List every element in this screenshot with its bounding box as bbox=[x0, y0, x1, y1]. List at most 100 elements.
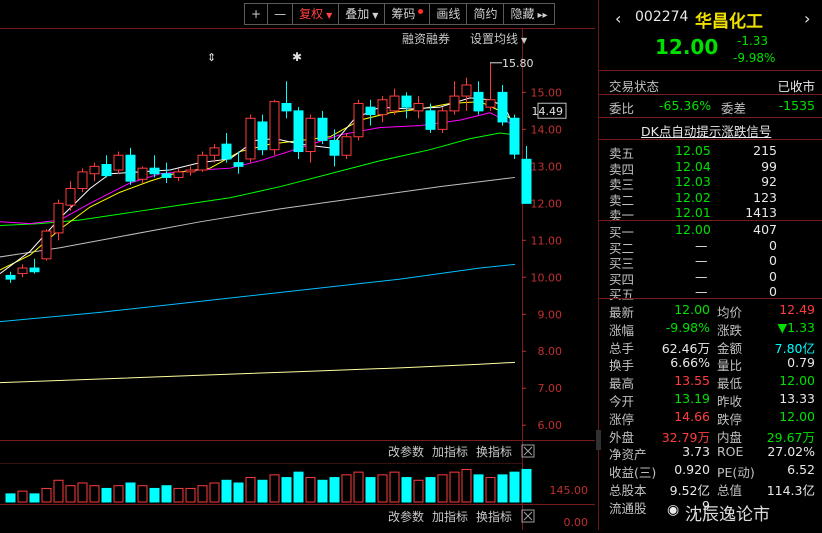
panel-divider bbox=[599, 70, 822, 71]
next-stock-arrow-icon[interactable]: › bbox=[804, 9, 810, 28]
price-tick-label: 15.00 bbox=[531, 86, 563, 99]
candle-body bbox=[149, 167, 160, 175]
ask-price: 12.02 bbox=[675, 189, 711, 205]
volume-bar bbox=[413, 479, 424, 503]
bottom-add-indicator-button[interactable]: 加指标 bbox=[432, 509, 468, 524]
red-dot-icon bbox=[418, 9, 424, 14]
ask-volume: 123 bbox=[753, 189, 777, 205]
stat-value: 13.19 bbox=[674, 391, 710, 406]
stat-value: 12.49 bbox=[779, 302, 815, 317]
stat-label: 昨收 bbox=[717, 394, 743, 409]
stock-name: 华昌化工 bbox=[695, 12, 763, 32]
volume-switch-indicator-button[interactable]: 换指标 bbox=[476, 444, 512, 459]
volume-bar bbox=[209, 482, 220, 503]
price-tick-label: 12.00 bbox=[531, 197, 563, 210]
candle-body bbox=[29, 267, 40, 273]
ask-price: 12.03 bbox=[675, 174, 711, 189]
volume-bar bbox=[125, 482, 136, 503]
bottom-params-button[interactable]: 改参数 bbox=[388, 509, 424, 524]
trade-status-label: 交易状态 bbox=[609, 79, 660, 94]
candle-body bbox=[509, 117, 520, 155]
weibi-value: -65.36% bbox=[659, 98, 712, 113]
volume-tick-label: 0.00 bbox=[564, 516, 589, 529]
ask-price: 12.01 bbox=[675, 205, 711, 220]
hide-button-label: 隐藏 bbox=[510, 7, 535, 21]
volume-bar bbox=[353, 471, 364, 503]
volume-bar bbox=[137, 485, 148, 503]
simple-button[interactable]: 简约 bbox=[466, 3, 505, 25]
volume-bar bbox=[401, 477, 412, 503]
candle-body bbox=[173, 171, 184, 178]
overlay-button-label: 叠加 bbox=[345, 7, 370, 21]
chart-toolbar: + — 复权 ▼ 叠加 ▼ 筹码 画线 简约 隐藏 ▸▸ bbox=[244, 3, 555, 25]
volume-bar bbox=[65, 485, 76, 503]
stat-label: 量比 bbox=[717, 358, 743, 374]
stat-label: 跌停 bbox=[717, 411, 743, 427]
volume-params-button[interactable]: 改参数 bbox=[388, 444, 424, 459]
ask-price: 12.05 bbox=[675, 143, 711, 158]
stat-label: 总值 bbox=[717, 483, 743, 498]
volume-bar bbox=[101, 487, 112, 503]
candle-body bbox=[293, 110, 304, 153]
volume-add-indicator-button[interactable]: 加指标 bbox=[432, 444, 468, 459]
financing-label[interactable]: 融资融券 bbox=[402, 30, 450, 47]
price-tick-label: 14.00 bbox=[531, 123, 563, 136]
trade-status-value: 已收市 bbox=[777, 79, 815, 94]
ma-setting-button[interactable]: 设置均线 ▼ bbox=[470, 30, 527, 47]
kline-chart-svg[interactable]: 15.00 14.00 13.00 12.00 11.00 10.00 9.00 8.00 7.… bbox=[0, 28, 595, 530]
volume-bar bbox=[317, 479, 328, 503]
volume-bar bbox=[149, 487, 160, 503]
star-marker-icon: ✱ bbox=[292, 50, 302, 64]
stat-label: ROE bbox=[717, 444, 744, 460]
stat-value: 62.46万 bbox=[661, 340, 710, 356]
stock-price: 12.00 bbox=[655, 35, 719, 59]
volume-bar bbox=[257, 479, 268, 503]
stat-value: 6.52 bbox=[787, 462, 815, 478]
candle-body bbox=[425, 110, 436, 130]
stat-label: 最高 bbox=[609, 376, 635, 392]
volume-bar bbox=[161, 485, 172, 503]
panel-collapse-handle[interactable] bbox=[596, 430, 601, 450]
panel-divider bbox=[599, 220, 822, 221]
hide-button[interactable]: 隐藏 ▸▸ bbox=[503, 3, 555, 25]
stat-label: PE(动) bbox=[717, 465, 755, 481]
stat-value: 12.00 bbox=[674, 302, 710, 317]
volume-bar bbox=[461, 468, 472, 503]
bid-volume: 0 bbox=[769, 268, 777, 284]
volume-bar bbox=[425, 477, 436, 503]
draw-line-button-label: 画线 bbox=[436, 7, 461, 21]
current-price-tag: 14.49 bbox=[532, 105, 564, 118]
volume-bar bbox=[521, 468, 532, 503]
volume-bar bbox=[113, 485, 124, 503]
bottom-switch-indicator-button[interactable]: 换指标 bbox=[476, 509, 512, 524]
candle-body bbox=[461, 84, 472, 97]
kline-chart-area[interactable]: 15.00 14.00 13.00 12.00 11.00 10.00 9.00 8.00 7.… bbox=[0, 28, 595, 530]
volume-bar bbox=[197, 485, 208, 503]
zoom-out-button-label: — bbox=[274, 7, 287, 21]
candle-body bbox=[269, 101, 280, 151]
stat-value: -9.98% bbox=[665, 319, 710, 335]
ask-volume: 215 bbox=[753, 143, 777, 158]
panel-divider bbox=[599, 139, 822, 140]
zoom-out-button[interactable]: — bbox=[267, 3, 294, 25]
overlay-button[interactable]: 叠加 ▼ bbox=[338, 3, 386, 25]
stat-value: 13.33 bbox=[779, 391, 815, 406]
adjust-button-label: 复权 bbox=[299, 7, 324, 21]
prev-stock-arrow-icon[interactable]: ‹ bbox=[615, 9, 621, 28]
stat-label: 收益(三) bbox=[609, 465, 657, 481]
candle-body bbox=[125, 154, 136, 182]
volume-bar bbox=[89, 485, 100, 503]
candle-body bbox=[473, 91, 484, 112]
bid-price: — bbox=[695, 253, 708, 268]
volume-bar bbox=[269, 474, 280, 503]
zoom-in-button[interactable]: + bbox=[244, 3, 269, 25]
chips-button[interactable]: 筹码 bbox=[384, 3, 431, 25]
ask-price: 12.04 bbox=[675, 158, 711, 174]
candle-body bbox=[77, 171, 88, 190]
candle-body bbox=[437, 110, 448, 130]
draw-line-button[interactable]: 画线 bbox=[429, 3, 468, 25]
stat-value: ▼1.33 bbox=[777, 319, 815, 335]
dk-signal-link[interactable]: DK点自动提示涨跌信号 bbox=[641, 121, 771, 140]
adjust-button[interactable]: 复权 ▼ bbox=[292, 3, 340, 25]
stat-value: 9.52亿 bbox=[669, 483, 710, 498]
